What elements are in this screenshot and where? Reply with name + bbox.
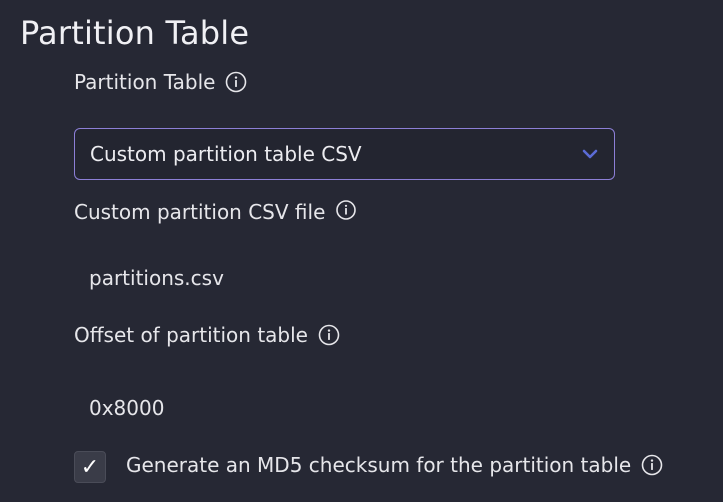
info-icon[interactable] [335,199,357,221]
check-icon: ✓ [80,454,100,480]
section-title: Partition Table [20,14,250,52]
partition-table-label-row: Partition Table [74,70,247,94]
md5-checkbox[interactable]: ✓ [74,451,106,483]
offset-label-row: Offset of partition table [74,323,340,347]
custom-csv-input[interactable]: partitions.csv [89,266,224,290]
custom-csv-label-row: Custom partition CSV file [74,200,357,224]
md5-label: Generate an MD5 checksum for the partiti… [126,453,632,477]
offset-label: Offset of partition table [74,323,308,347]
partition-table-select[interactable]: Custom partition table CSV [74,128,615,180]
partition-table-label: Partition Table [74,70,216,94]
md5-label-row: Generate an MD5 checksum for the partiti… [126,453,663,477]
chevron-down-icon [580,144,600,164]
info-icon[interactable] [318,324,340,346]
partition-table-settings: Partition Table Partition Table Custom p… [0,0,723,502]
info-icon[interactable] [225,71,247,93]
info-icon[interactable] [641,454,663,476]
partition-table-select-value: Custom partition table CSV [90,142,362,166]
offset-input[interactable]: 0x8000 [89,396,164,420]
custom-csv-label: Custom partition CSV file [74,200,326,224]
